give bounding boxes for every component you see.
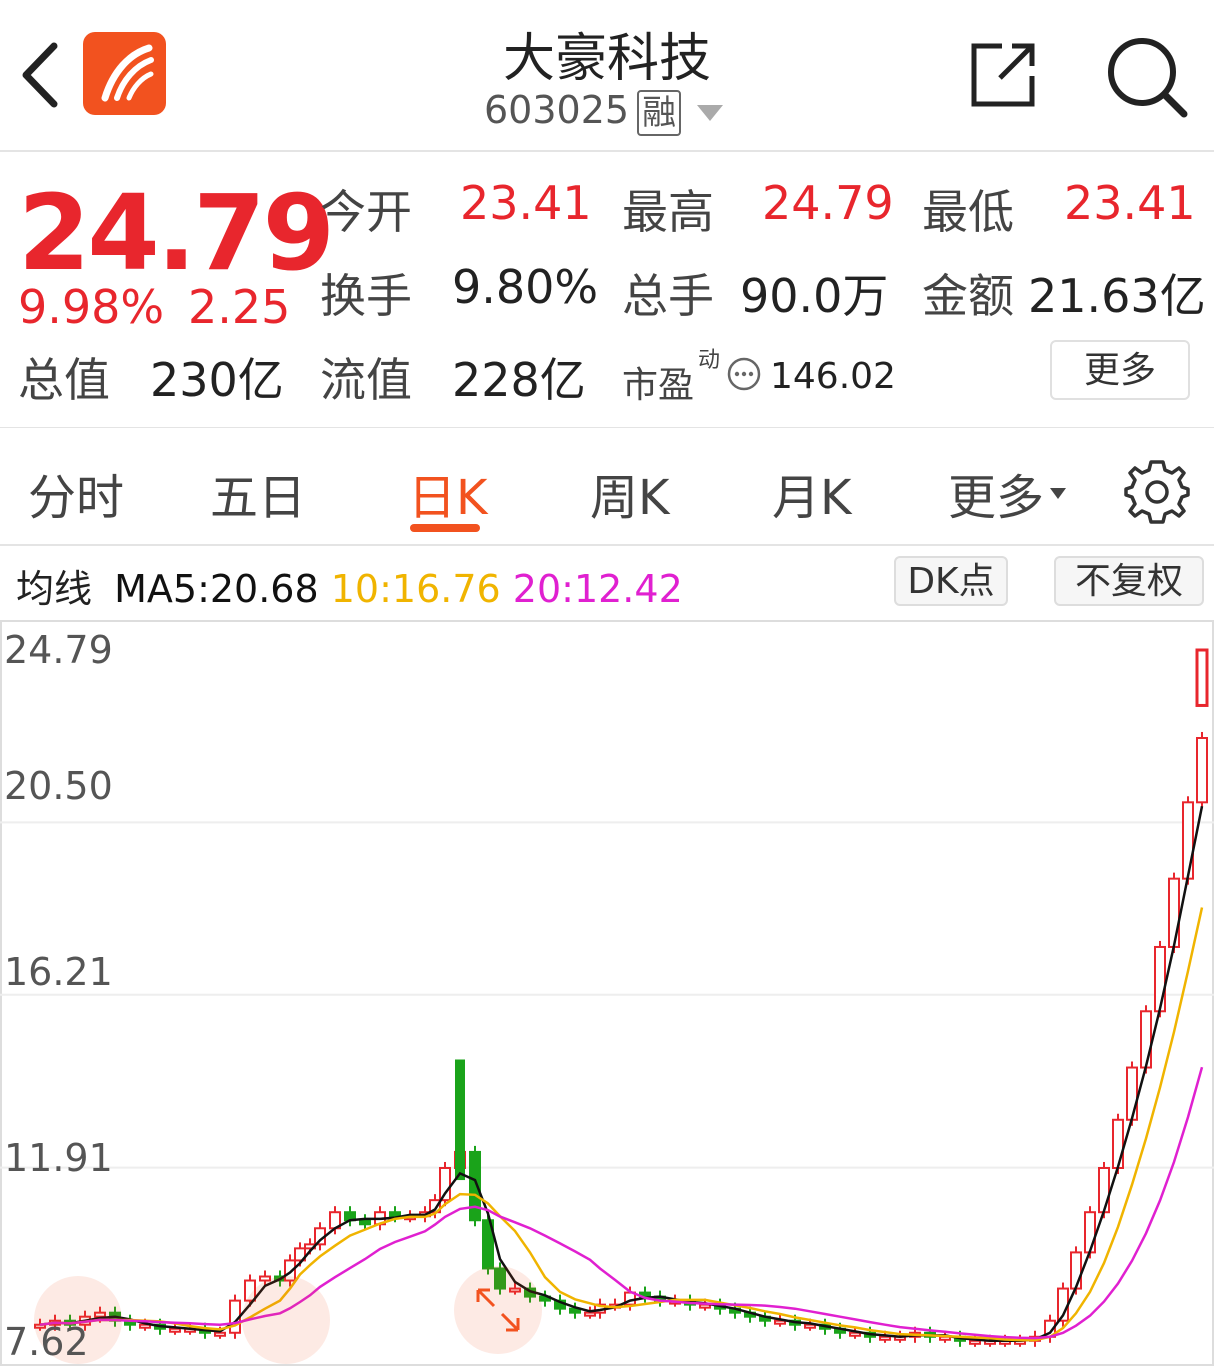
ma5-value: MA5:20.68 bbox=[114, 567, 319, 611]
dropdown-caret-icon bbox=[1050, 487, 1067, 499]
period-tabs: 分时 五日 日K 周K 月K 更多 bbox=[0, 428, 1214, 546]
y-tick-label: 24.79 bbox=[4, 628, 113, 672]
open-label: 今开 bbox=[320, 185, 412, 239]
y-tick-label: 20.50 bbox=[4, 764, 113, 808]
candle-body bbox=[1168, 877, 1180, 948]
ma10-value: 10:16.76 bbox=[330, 567, 501, 611]
open-value: 23.41 bbox=[460, 176, 592, 230]
low-label: 最低 bbox=[922, 185, 1014, 239]
tab-daily-k[interactable]: 日K bbox=[408, 458, 487, 528]
change-percent: 9.98% bbox=[18, 280, 165, 334]
volume-label: 总手 bbox=[622, 269, 714, 323]
candle-body bbox=[455, 1059, 465, 1181]
ma-line-ma5 bbox=[39, 806, 1204, 1343]
ma-legend: 均线 MA5:20.68 10:16.76 20:12.42 bbox=[16, 558, 683, 613]
candle-body bbox=[879, 1335, 891, 1341]
quote-more-button[interactable]: 更多 bbox=[1050, 340, 1190, 400]
ma-line-ma10 bbox=[39, 907, 1204, 1342]
candle-body bbox=[359, 1219, 371, 1226]
tab-monthly-k[interactable]: 月K bbox=[772, 458, 851, 528]
candle-body bbox=[1154, 945, 1166, 1013]
candle-body bbox=[1070, 1251, 1082, 1290]
candle-body bbox=[1195, 648, 1209, 707]
last-price: 24.79 bbox=[18, 172, 335, 294]
candle-body bbox=[169, 1327, 181, 1333]
candle-body bbox=[584, 1311, 596, 1317]
candle-body bbox=[969, 1339, 981, 1345]
low-value: 23.41 bbox=[1064, 176, 1196, 230]
pe-value: 146.02 bbox=[770, 356, 896, 397]
candle-body bbox=[1112, 1118, 1124, 1170]
expand-chart-icon bbox=[454, 1266, 542, 1354]
search-icon[interactable] bbox=[1104, 34, 1188, 118]
tab-five-day[interactable]: 五日 bbox=[210, 458, 306, 528]
high-value: 24.79 bbox=[762, 176, 894, 230]
top-bar: 大豪科技 603025 融 bbox=[0, 0, 1214, 152]
tab-more-label: 更多 bbox=[948, 470, 1045, 526]
stock-code-row[interactable]: 603025 融 bbox=[484, 88, 724, 136]
float-cap-label: 流值 bbox=[320, 353, 412, 407]
kline-chart[interactable]: 24.79 20.50 16.21 11.91 7.62 bbox=[0, 620, 1214, 1366]
turnover-value: 9.80% bbox=[452, 260, 599, 314]
candle-body bbox=[1140, 1010, 1152, 1069]
adjust-button[interactable]: 不复权 bbox=[1054, 556, 1204, 606]
candle-body bbox=[1126, 1066, 1138, 1121]
chart-frame bbox=[0, 620, 1214, 1366]
tab-weekly-k[interactable]: 周K bbox=[590, 458, 669, 528]
total-cap-value: 230亿 bbox=[150, 353, 284, 407]
chevron-down-icon[interactable] bbox=[697, 104, 724, 121]
y-tick-label: 7.62 bbox=[4, 1320, 89, 1364]
change-amount: 2.25 bbox=[188, 280, 291, 334]
tab-intraday[interactable]: 分时 bbox=[28, 458, 124, 528]
ma-label: 均线 bbox=[16, 567, 93, 611]
pe-superscript: 动 bbox=[698, 348, 721, 373]
stock-code: 603025 bbox=[484, 88, 630, 132]
amount-label: 金额 bbox=[922, 269, 1014, 323]
volume-value: 90.0万 bbox=[740, 269, 889, 323]
gear-icon[interactable] bbox=[1124, 458, 1190, 524]
tab-more[interactable]: 更多 bbox=[948, 458, 1067, 528]
event-marker bbox=[242, 1276, 330, 1364]
dk-point-button[interactable]: DK点 bbox=[894, 556, 1008, 606]
float-cap-value: 228亿 bbox=[452, 353, 586, 407]
moving-average-bar: 均线 MA5:20.68 10:16.76 20:12.42 DK点 不复权 bbox=[0, 546, 1214, 622]
pe-label: 市盈 bbox=[622, 365, 695, 406]
total-cap-label: 总值 bbox=[18, 353, 110, 407]
candle-body bbox=[1084, 1211, 1096, 1254]
ma-line-ma20 bbox=[39, 1066, 1204, 1340]
candle-body bbox=[1196, 737, 1208, 804]
active-tab-indicator bbox=[410, 524, 480, 532]
more-circle-icon[interactable] bbox=[727, 357, 761, 391]
y-tick-label: 16.21 bbox=[4, 950, 113, 994]
high-label: 最高 bbox=[622, 185, 714, 239]
candle-body bbox=[389, 1211, 401, 1218]
turnover-label: 换手 bbox=[320, 269, 412, 323]
quote-panel: 24.79 9.98% 2.25 今开 23.41 最高 24.79 最低 23… bbox=[0, 152, 1214, 429]
share-icon[interactable] bbox=[968, 40, 1038, 110]
ma20-value: 20:12.42 bbox=[512, 567, 683, 611]
amount-value: 21.63亿 bbox=[1028, 269, 1206, 323]
kline-svg bbox=[0, 620, 1214, 1366]
candle-body bbox=[1182, 801, 1194, 880]
y-tick-label: 11.91 bbox=[4, 1136, 113, 1180]
candle-body bbox=[1098, 1167, 1110, 1214]
candle-body bbox=[214, 1331, 226, 1337]
margin-badge: 融 bbox=[637, 89, 682, 136]
